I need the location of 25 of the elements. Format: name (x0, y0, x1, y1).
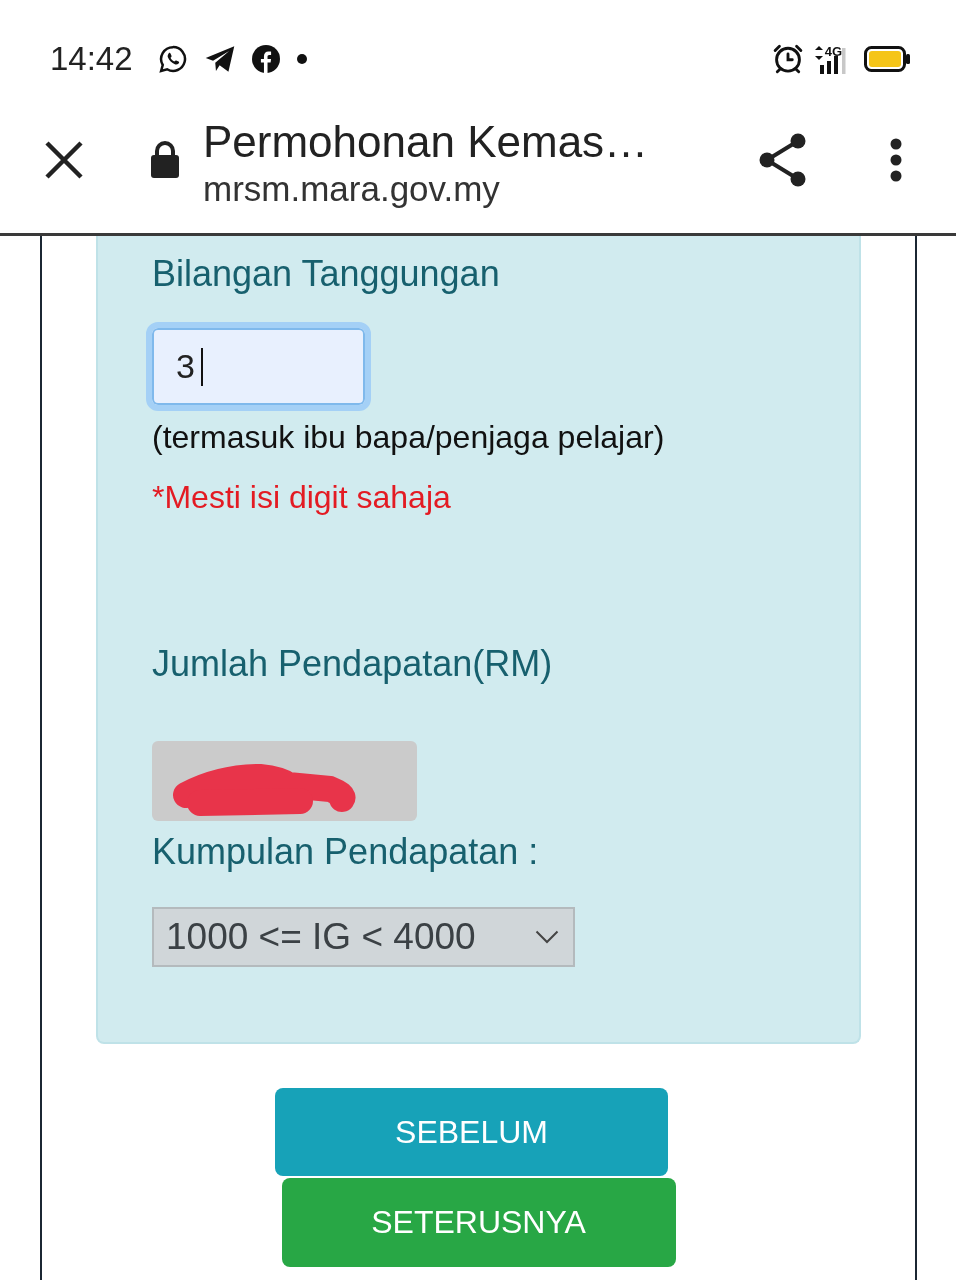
chevron-down-icon (535, 930, 559, 944)
chat-bubble-icon (157, 44, 188, 74)
battery-icon (864, 46, 910, 72)
validation-message: *Mesti isi digit sahaja (152, 478, 451, 517)
alarm-clock-icon (772, 44, 803, 74)
status-time: 14:42 (50, 40, 133, 78)
text-cursor-icon (200, 347, 203, 386)
field-label: Kumpulan Pendapatan : (152, 830, 539, 874)
more-icon[interactable] (890, 138, 902, 182)
field-label: Jumlah Pendapatan(RM) (152, 642, 553, 686)
data-arrows-icon (814, 46, 823, 60)
field-label: Bilangan Tanggungan (152, 252, 500, 296)
page-title: Permohonan Kemas… (203, 117, 650, 167)
network-type-label: 4G (824, 44, 842, 59)
paper-plane-icon (204, 45, 235, 73)
share-icon[interactable] (758, 133, 808, 187)
close-icon[interactable] (45, 141, 83, 179)
dot-icon (296, 54, 307, 64)
field-hint: (termasuk ibu bapa/penjaga pelajar) (152, 418, 665, 457)
circle-logo-icon (251, 45, 280, 73)
readonly-input-field[interactable] (152, 741, 417, 821)
number-input-field[interactable]: 3 (146, 322, 371, 411)
select-dropdown[interactable]: 1000 <= IG < 4000 (152, 907, 575, 967)
lock-icon (150, 140, 180, 178)
page-url: mrsm.mara.gov.my (203, 168, 501, 210)
